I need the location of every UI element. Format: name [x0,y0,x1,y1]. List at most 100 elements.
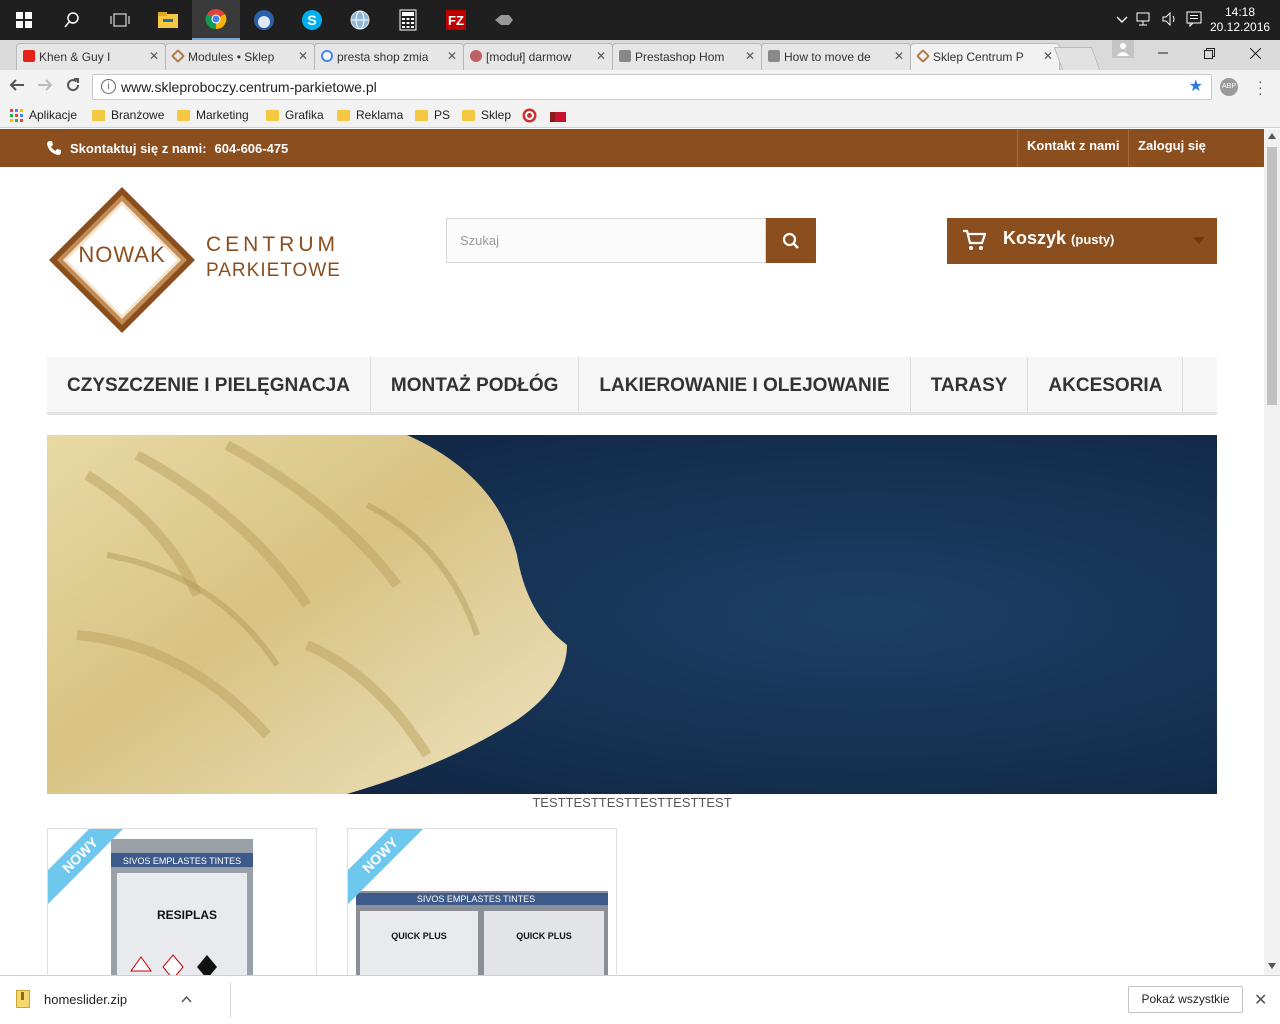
close-icon[interactable]: ✕ [894,49,904,63]
scroll-down-icon[interactable] [1268,963,1276,969]
product-card[interactable]: SIVOS EMPLASTES TINTES QUICK PLUS QUICK … [347,828,617,975]
profile-icon[interactable] [1112,40,1134,58]
home-slider-image[interactable] [47,435,1217,794]
forward-arrow-icon[interactable] [37,77,53,98]
menu-item-czyszczenie[interactable]: CZYSZCZENIE I PIELĘGNACJA [47,357,371,412]
info-icon[interactable]: i [101,79,116,94]
clock-date: 20.12.2016 [1210,20,1271,34]
notifications-icon[interactable] [1186,11,1202,30]
calculator-icon[interactable] [384,0,432,40]
tab-youtube[interactable]: Khen & Guy I ✕ [16,43,166,70]
tab-forum[interactable]: [moduł] darmow ✕ [463,43,613,70]
menu-item-akcesoria[interactable]: AKCESORIA [1028,357,1184,412]
tab-google-search[interactable]: presta shop zmia ✕ [314,43,464,70]
close-icon[interactable]: ✕ [149,49,159,63]
menu-item-montaz[interactable]: MONTAŻ PODŁÓG [371,357,580,412]
filezilla-icon[interactable]: FZ [432,0,480,40]
adblock-plus-icon[interactable]: ABP [1220,78,1238,96]
tab-sklep-centrum[interactable]: Sklep Centrum P ✕ [910,43,1060,70]
download-filename: homeslider.zip [44,991,128,1007]
contact-us-link[interactable]: Kontakt z nami [1017,129,1128,167]
close-icon[interactable]: ✕ [745,49,755,63]
network-globe-icon[interactable] [336,0,384,40]
chrome-icon[interactable] [192,0,240,40]
bookmark-folder-grafika[interactable]: Grafika [266,108,324,122]
system-tray: 14:18 20.12.2016 [1116,0,1280,40]
bookmark-folder-reklama[interactable]: Reklama [337,108,403,122]
thunderbird-icon[interactable] [240,0,288,40]
folder-icon [266,109,279,121]
back-arrow-icon[interactable] [9,77,25,98]
folder-icon [92,109,105,121]
login-link[interactable]: Zaloguj się [1128,129,1215,167]
close-icon[interactable]: ✕ [1043,49,1053,63]
apps-grid-icon [10,108,23,122]
bookmark-apps[interactable]: Aplikacje [10,108,77,122]
bookmark-label: Reklama [356,108,404,122]
clock[interactable]: 14:18 20.12.2016 [1210,5,1270,35]
cart-button[interactable]: Koszyk (pusty) [947,218,1217,264]
caret-down-icon [1193,237,1205,244]
youtube-icon [23,50,35,62]
menu-dots-icon[interactable]: · · · [1258,74,1263,100]
diamond-logo-icon [915,48,931,64]
bookmark-folder-sklep[interactable]: Sklep [462,108,511,122]
page-scrollbar[interactable] [1264,129,1280,975]
bookmarks-bar: Aplikacje Branżowe Marketing Grafika Rek… [0,104,1280,128]
tab-modules[interactable]: Modules • Sklep ✕ [165,43,315,70]
close-window-button[interactable] [1232,40,1278,66]
tab-strip: Khen & Guy I ✕ Modules • Sklep ✕ presta … [0,40,1280,70]
bookmark-folder-marketing[interactable]: Marketing [177,108,249,122]
bookmark-star-icon[interactable]: ★ [1189,75,1203,99]
contact-phone[interactable]: 604-606-475 [215,141,289,156]
menu-item-tarasy[interactable]: TARASY [911,357,1029,412]
tab-title: Modules • Sklep [188,50,275,64]
slider-caption: TESTTESTTESTTESTTESTTEST [532,795,732,810]
scroll-up-icon[interactable] [1268,133,1276,139]
tab-how-to-move[interactable]: How to move de ✕ [761,43,911,70]
bookmark-label: Sklep [481,108,512,122]
product-image: SIVOS EMPLASTES TINTES RESIPLAS [111,839,253,975]
close-icon[interactable]: ✕ [1254,990,1267,1010]
volume-icon[interactable] [1162,11,1178,29]
close-icon[interactable]: ✕ [298,49,308,63]
show-all-downloads-button[interactable]: Pokaż wszystkie [1128,986,1243,1013]
new-tab-button[interactable] [1053,47,1101,70]
windows-start-icon[interactable] [0,0,48,40]
chevron-up-icon[interactable] [1116,13,1128,27]
app-icon[interactable] [480,0,528,40]
minimize-button[interactable] [1140,40,1186,66]
search-input[interactable]: Szukaj [446,218,766,263]
tab-prestashop-home[interactable]: Prestashop Hom ✕ [612,43,762,70]
bookmark-flag-icon[interactable] [550,112,566,122]
file-explorer-icon[interactable] [144,0,192,40]
tab-title: Khen & Guy I [39,50,111,64]
menu-item-lakierowanie[interactable]: LAKIEROWANIE I OLEJOWANIE [579,357,911,412]
logo-line1: CENTRUM [206,233,339,256]
bookmark-folder-ps[interactable]: PS [415,108,450,122]
browser-toolbar: i www.skleproboczy.centrum-parkietowe.pl… [0,70,1280,104]
restore-button[interactable] [1186,40,1232,66]
task-view-icon[interactable] [96,0,144,40]
bookmark-label: Branżowe [111,108,165,122]
product-card[interactable]: SIVOS EMPLASTES TINTES RESIPLAS NOWY [47,828,317,975]
download-item[interactable]: homeslider.zip [16,990,192,1008]
scrollbar-thumb[interactable] [1267,147,1277,405]
bookmark-target-icon[interactable] [522,108,537,123]
bookmark-label: Grafika [285,108,324,122]
close-icon[interactable]: ✕ [596,49,606,63]
tab-title: [moduł] darmow [486,50,572,64]
bookmark-folder-branzowe[interactable]: Branżowe [92,108,164,122]
chevron-up-icon[interactable] [181,995,192,1003]
network-icon[interactable] [1136,12,1154,29]
search-button[interactable] [766,218,816,263]
close-icon[interactable]: ✕ [447,49,457,63]
search-icon[interactable] [48,0,96,40]
address-bar[interactable]: i www.skleproboczy.centrum-parkietowe.pl… [92,74,1212,100]
product-label: RESIPLAS [157,908,217,922]
reload-icon[interactable] [65,77,81,98]
windows-taskbar: S FZ 14:18 20.12.2016 [0,0,1280,40]
svg-text:S: S [307,12,316,28]
skype-icon[interactable]: S [288,0,336,40]
folder-icon [337,109,350,121]
